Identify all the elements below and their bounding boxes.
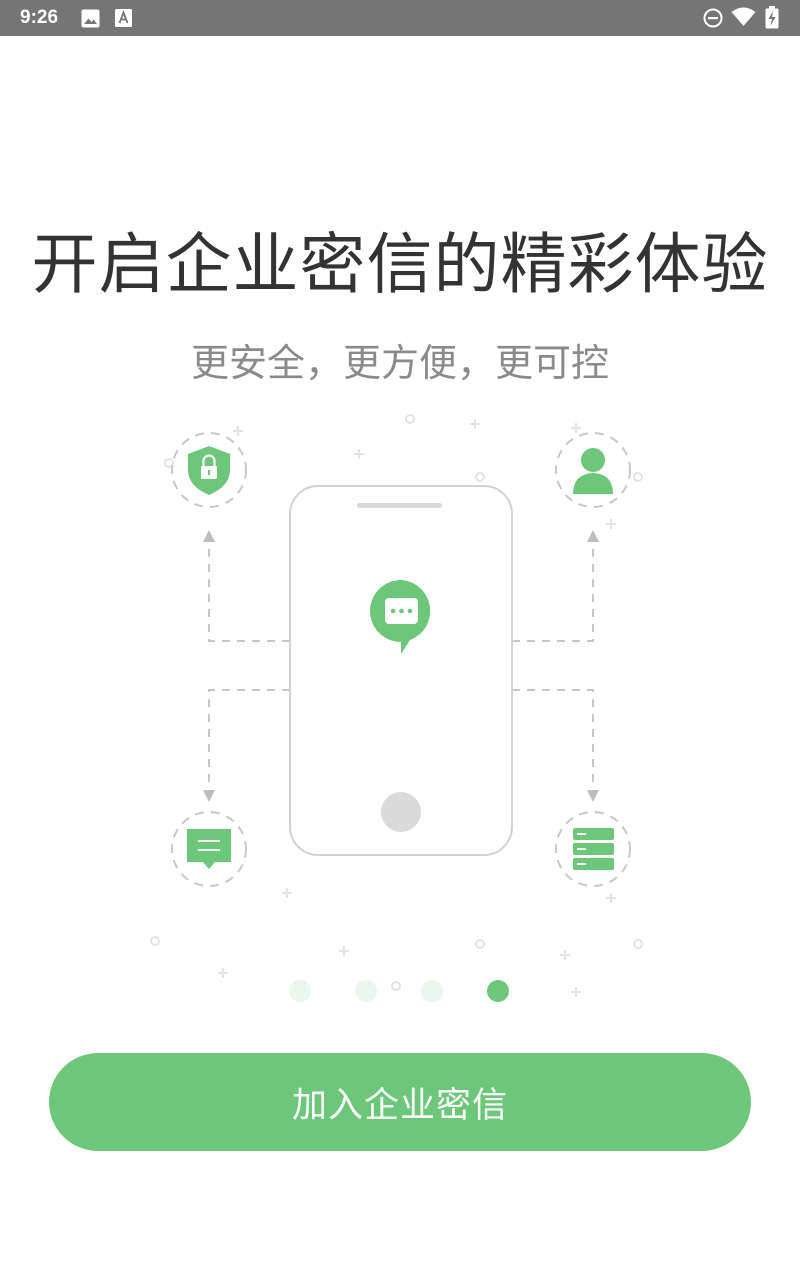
message-icon	[187, 829, 231, 869]
headline: 开启企业密信的精彩体验	[31, 226, 769, 303]
illustration	[150, 414, 643, 1002]
do-not-disturb-icon	[703, 8, 723, 28]
page-dot-2[interactable]	[355, 980, 377, 1002]
page-dot-4-active[interactable]	[487, 980, 509, 1002]
join-button[interactable]: 加入企业密信	[49, 1053, 751, 1151]
page-dot-3[interactable]	[421, 980, 443, 1002]
user-icon	[573, 448, 613, 494]
battery-charging-icon	[765, 6, 779, 29]
status-bar: 9:26	[0, 0, 800, 36]
font-a-icon	[115, 9, 132, 27]
phone-outline	[289, 485, 513, 856]
status-time: 9:26	[20, 7, 59, 28]
wifi-icon	[731, 7, 756, 26]
subline: 更安全，更方便，更可控	[190, 341, 609, 385]
page-dot-1[interactable]	[289, 980, 311, 1002]
server-icon	[573, 828, 614, 870]
shield-lock-icon	[188, 446, 230, 495]
image-icon	[81, 9, 100, 28]
